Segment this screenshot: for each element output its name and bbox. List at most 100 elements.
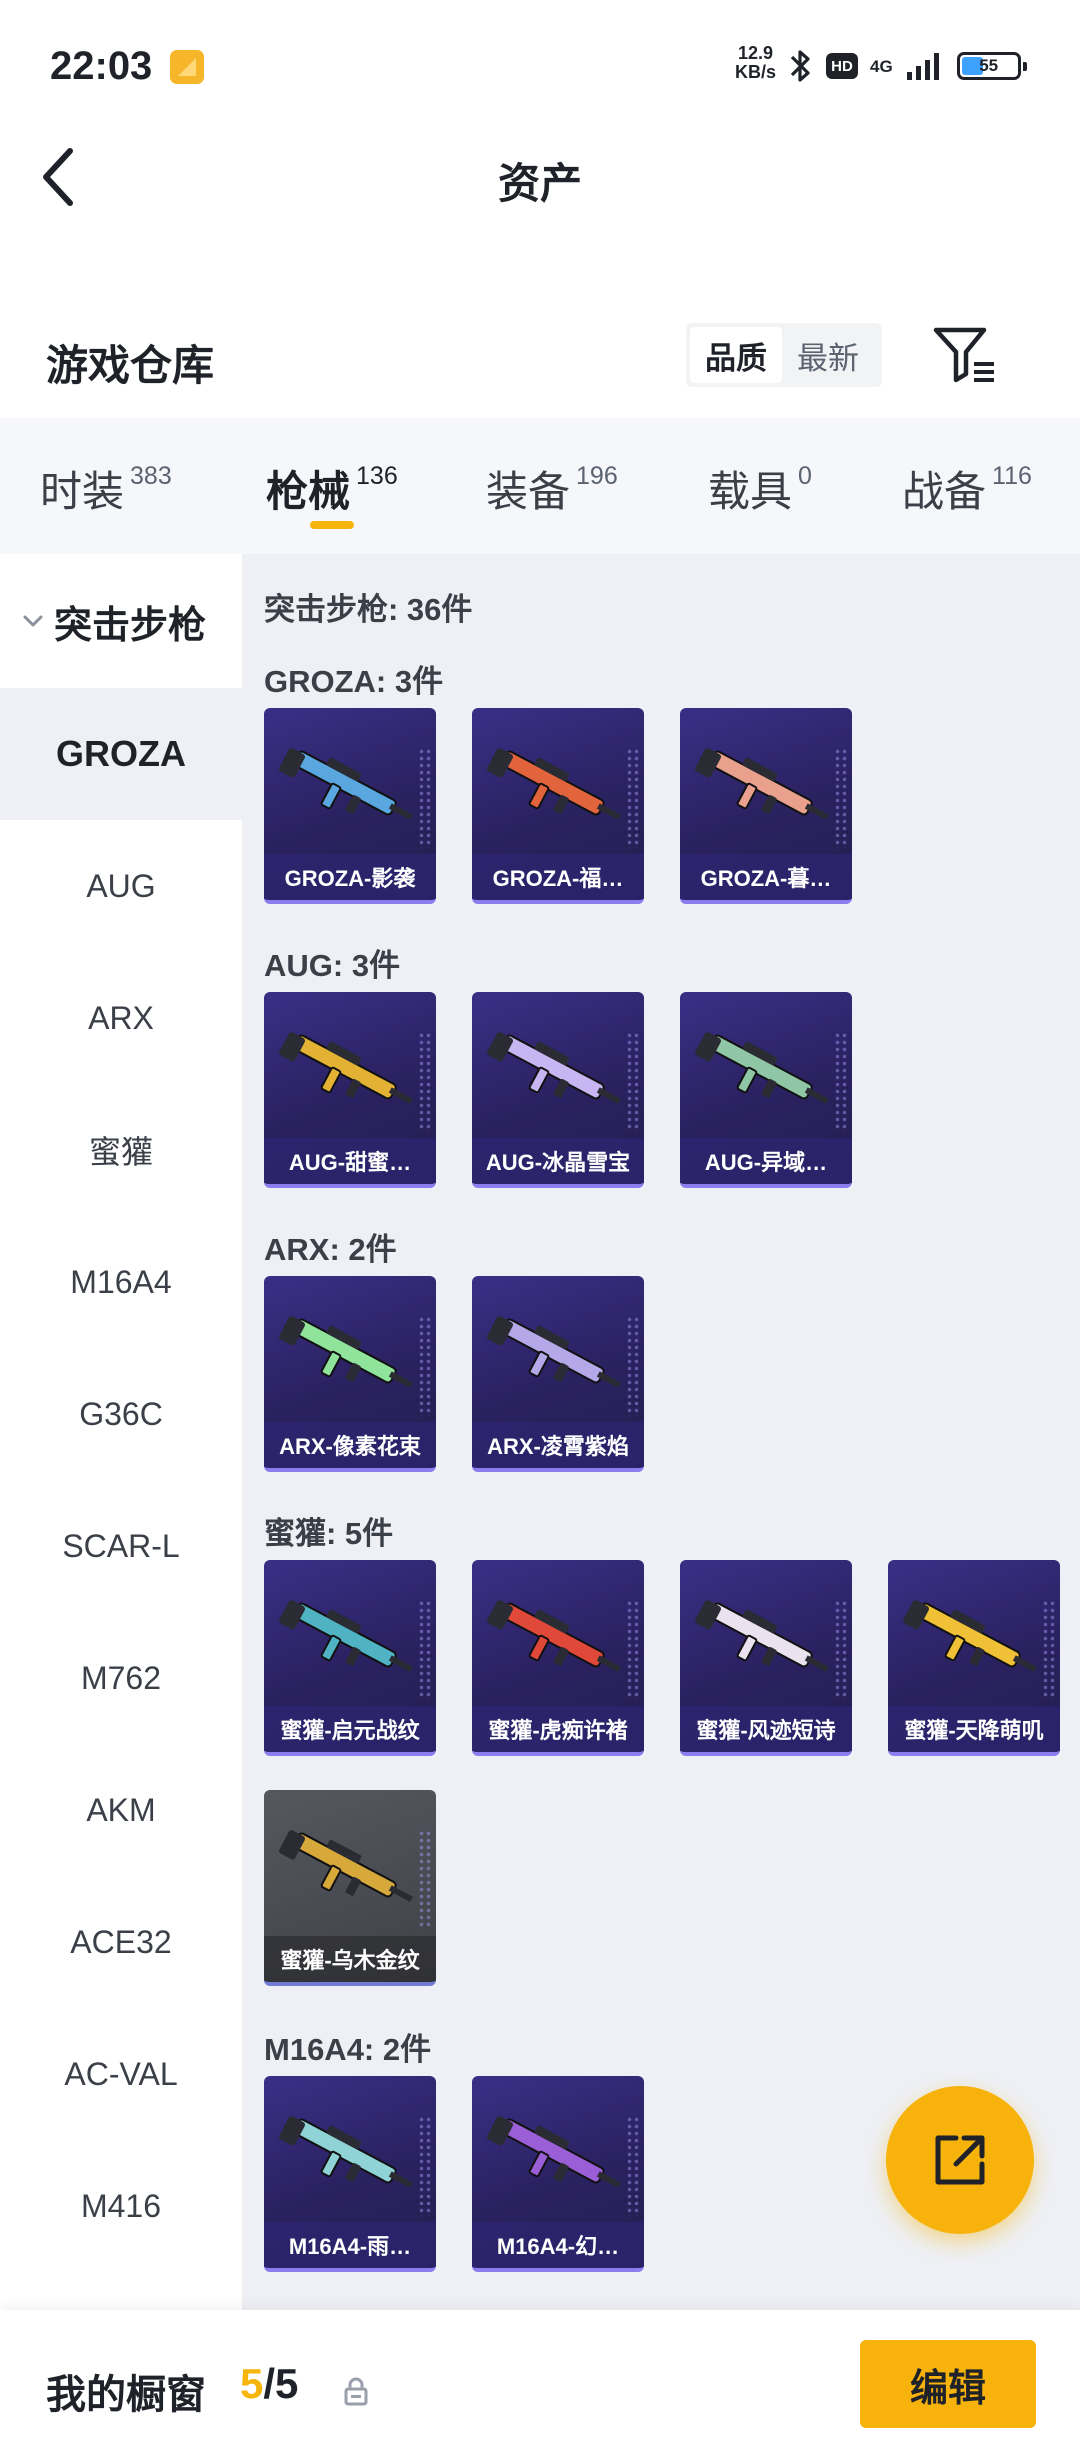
group-title: GROZA: 3件 — [264, 664, 444, 699]
weapon-skin-card[interactable]: M16A4-幻… — [472, 2076, 644, 2272]
rifle-icon — [695, 748, 829, 820]
rifle-icon — [695, 1032, 829, 1104]
sort-toggle: 品质 最新 — [686, 323, 882, 387]
rifle-icon — [487, 2116, 621, 2188]
sort-quality-button[interactable]: 品质 — [690, 327, 782, 383]
tab-count: 383 — [130, 462, 172, 490]
share-button[interactable] — [886, 2086, 1034, 2234]
group-title: AUG: 3件 — [264, 948, 401, 983]
weapon-skin-name: 蜜獾-风迹短诗 — [680, 1706, 852, 1752]
weapon-skin-name: GROZA-暮… — [680, 854, 852, 900]
category-summary: 突击步枪: 36件 — [264, 592, 473, 627]
battery-icon: 55 — [956, 52, 1027, 80]
rifle-icon — [279, 1316, 413, 1388]
tab-fashion[interactable]: 时装 383 — [40, 458, 172, 518]
tab-equipment[interactable]: 装备 196 — [486, 458, 618, 518]
weapon-skin-card[interactable]: GROZA-福… — [472, 708, 644, 904]
sidebar-item-g36c[interactable]: G36C — [0, 1348, 242, 1480]
sidebar-item-m16a4[interactable]: M16A4 — [0, 1216, 242, 1348]
rifle-icon — [279, 1032, 413, 1104]
sidebar-item-aug[interactable]: AUG — [0, 820, 242, 952]
group-title: ARX: 2件 — [264, 1232, 397, 1267]
weapon-skin-name: GROZA-福… — [472, 854, 644, 900]
rifle-icon — [487, 1032, 621, 1104]
group-title: 蜜獾: 5件 — [264, 1516, 394, 1551]
weapon-skin-name: AUG-冰晶雪宝 — [472, 1138, 644, 1184]
tab-label: 枪械 — [266, 468, 351, 515]
notification-app-icon — [170, 50, 204, 84]
network-speed: 12.9 KB/s — [735, 44, 776, 82]
rifle-icon — [279, 748, 413, 820]
tab-guns[interactable]: 枪械 136 — [266, 458, 398, 518]
signal-icon — [906, 53, 939, 80]
rifle-icon — [487, 748, 621, 820]
weapon-skin-name: 蜜獾-天降萌叽 — [888, 1706, 1060, 1752]
tab-vehicles[interactable]: 载具 0 — [708, 458, 812, 518]
status-time: 22:03 — [50, 44, 153, 88]
sidebar-item-ace32[interactable]: ACE32 — [0, 1876, 242, 2008]
rifle-icon — [903, 1600, 1037, 1672]
weapon-skin-name: 蜜獾-虎痴许褚 — [472, 1706, 644, 1752]
weapon-skin-name: ARX-凌霄紫焰 — [472, 1422, 644, 1468]
sidebar-item-ac-val[interactable]: AC-VAL — [0, 2008, 242, 2140]
tab-label: 装备 — [486, 468, 571, 515]
tab-count: 116 — [992, 462, 1032, 490]
sidebar-item-akm[interactable]: AKM — [0, 1744, 242, 1876]
weapon-skin-card[interactable]: ARX-像素花束 — [264, 1276, 436, 1472]
weapon-skin-card[interactable]: 蜜獾-天降萌叽 — [888, 1560, 1060, 1756]
weapon-skin-name: M16A4-幻… — [472, 2222, 644, 2268]
chevron-down-icon — [23, 615, 43, 627]
status-bar: 22:03 12.9 KB/s HD 4G 55 — [0, 0, 1080, 130]
group-title: M16A4: 2件 — [264, 2032, 432, 2067]
rifle-icon — [487, 1316, 621, 1388]
category-tabs: 时装 383 枪械 136 装备 196 载具 0 战备 116 — [0, 418, 1080, 554]
page-title: 资产 — [497, 160, 582, 207]
share-icon — [935, 2135, 985, 2185]
showcase-total: 5 — [275, 2360, 299, 2407]
filter-button[interactable] — [930, 322, 1000, 388]
rifle-icon — [279, 2116, 413, 2188]
weapon-skin-name: ARX-像素花束 — [264, 1422, 436, 1468]
weapon-skin-card[interactable]: 蜜獾-风迹短诗 — [680, 1560, 852, 1756]
lock-icon — [344, 2377, 368, 2406]
weapon-skin-name: 蜜獾-乌木金纹 — [264, 1936, 436, 1982]
weapon-skin-name: AUG-异域… — [680, 1138, 852, 1184]
weapon-skin-card[interactable]: M16A4-雨… — [264, 2076, 436, 2272]
edit-button[interactable]: 编辑 — [860, 2340, 1036, 2428]
sidebar-category-label: 突击步枪 — [54, 604, 207, 647]
sidebar-item-m416[interactable]: M416 — [0, 2140, 242, 2272]
sidebar-item-honey-badger[interactable]: 蜜獾 — [0, 1084, 242, 1216]
sidebar-item-groza[interactable]: GROZA — [0, 688, 242, 820]
weapon-skin-name: 蜜獾-启元战纹 — [264, 1706, 436, 1752]
weapon-skin-card[interactable]: ARX-凌霄紫焰 — [472, 1276, 644, 1472]
tab-count: 136 — [356, 462, 398, 490]
weapon-skin-card[interactable]: 蜜獾-虎痴许褚 — [472, 1560, 644, 1756]
weapon-grid: 突击步枪: 36件 GROZA: 3件 GROZA-影袭 GROZA-福… GROZA… — [242, 554, 1080, 2310]
sidebar-category[interactable]: 突击步枪 — [0, 554, 242, 688]
weapon-skin-card[interactable]: 蜜獾-乌木金纹 — [264, 1790, 436, 1986]
weapon-skin-card[interactable]: 蜜獾-启元战纹 — [264, 1560, 436, 1756]
bluetooth-icon — [790, 50, 810, 82]
network-speed-value: 12.9 — [737, 43, 774, 63]
sidebar-item-m762[interactable]: M762 — [0, 1612, 242, 1744]
tab-count: 196 — [576, 462, 618, 490]
showcase-current: 5 — [240, 2360, 264, 2407]
filter-icon — [933, 327, 994, 383]
rifle-icon — [279, 1830, 413, 1902]
tab-label: 载具 — [708, 468, 793, 515]
sidebar-item-scar-l[interactable]: SCAR-L — [0, 1480, 242, 1612]
battery-level: 55 — [979, 56, 999, 75]
weapon-skin-card[interactable]: AUG-冰晶雪宝 — [472, 992, 644, 1188]
sort-newest-button[interactable]: 最新 — [782, 327, 874, 383]
weapon-skin-card[interactable]: GROZA-影袭 — [264, 708, 436, 904]
network-type: 4G — [870, 56, 893, 76]
hd-icon: HD — [826, 53, 858, 79]
warehouse-title: 游戏仓库 — [46, 342, 215, 389]
tab-supplies[interactable]: 战备 116 — [902, 458, 1032, 518]
weapon-skin-card[interactable]: AUG-甜蜜… — [264, 992, 436, 1188]
sidebar-item-arx[interactable]: ARX — [0, 952, 242, 1084]
weapon-skin-card[interactable]: AUG-异域… — [680, 992, 852, 1188]
weapon-skin-card[interactable]: GROZA-暮… — [680, 708, 852, 904]
showcase-label: 我的橱窗 — [46, 2373, 206, 2417]
showcase-bar: 我的橱窗 5/5 编辑 — [0, 2310, 1080, 2460]
